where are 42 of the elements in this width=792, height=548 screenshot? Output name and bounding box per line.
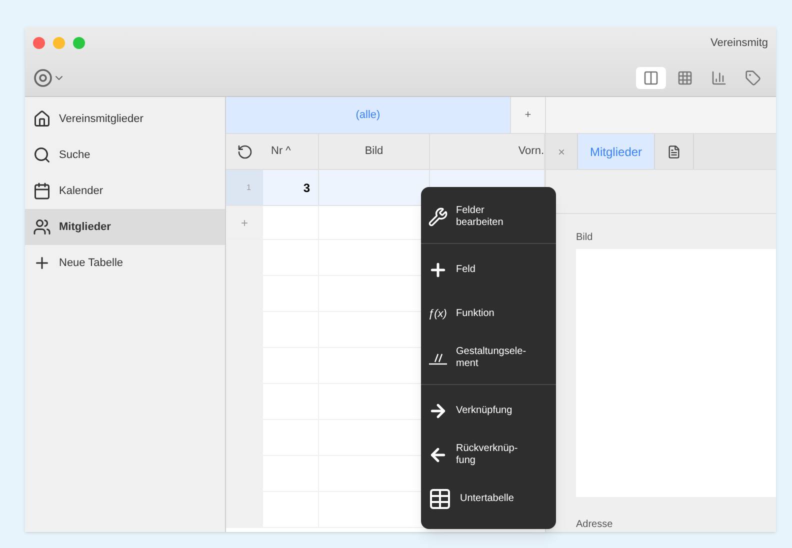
tag-icon — [745, 70, 761, 86]
arrow-right-icon — [428, 401, 448, 421]
settings-menu-button[interactable] — [33, 68, 65, 88]
wrench-icon — [428, 207, 448, 227]
calendar-icon — [33, 182, 51, 200]
function-icon: ƒ(x) — [428, 306, 448, 322]
target-icon — [33, 68, 53, 88]
document-icon — [667, 144, 682, 158]
grid-icon — [677, 70, 693, 86]
sidebar-item[interactable]: Vereinsmitglieder — [25, 101, 225, 137]
table-cell-text: 3 — [303, 180, 310, 196]
view-mode-button[interactable] — [636, 66, 666, 88]
field-label: Adresse — [576, 518, 614, 532]
close-window-button[interactable] — [33, 37, 45, 49]
context-menu-item[interactable]: ƒ(x) Funktion — [421, 292, 556, 336]
split-view-icon — [643, 70, 659, 86]
bar-chart-icon — [711, 70, 727, 86]
context-menu-item[interactable]: Feld — [421, 248, 556, 292]
sidebar-item[interactable]: Kalender — [25, 173, 225, 209]
image-field[interactable] — [576, 249, 776, 497]
sidebar-item[interactable]: Mitglieder — [25, 209, 225, 245]
context-menu-item[interactable]: Rückverknüp-fung — [421, 433, 556, 477]
sidebar-item[interactable]: Neue Tabelle — [25, 245, 225, 281]
plus-icon — [33, 254, 51, 272]
table-icon — [428, 487, 452, 511]
context-menu-item[interactable]: Verknüpfung — [421, 389, 556, 433]
field-label: Bild — [576, 231, 594, 245]
row-number: 1 — [226, 170, 263, 205]
context-menu-item[interactable]: Untertabelle — [421, 477, 556, 521]
home-icon — [33, 110, 51, 128]
people-icon — [33, 218, 51, 236]
add-filter-button[interactable]: + — [510, 97, 545, 133]
window-title: Vereinsmitg — [710, 36, 768, 51]
context-menu-item[interactable]: Felder bearbeiten — [421, 195, 556, 239]
refresh-icon[interactable] — [236, 144, 252, 160]
plus-icon — [428, 260, 448, 280]
sidebar-item[interactable]: Suche — [25, 137, 225, 173]
context-menu-item[interactable]: Gestaltungsele-ment — [421, 336, 556, 380]
column-header[interactable]: Bild — [319, 134, 430, 169]
zoom-window-button[interactable] — [73, 37, 85, 49]
column-header[interactable]: Nr ^ — [263, 134, 319, 169]
search-icon — [33, 146, 51, 164]
